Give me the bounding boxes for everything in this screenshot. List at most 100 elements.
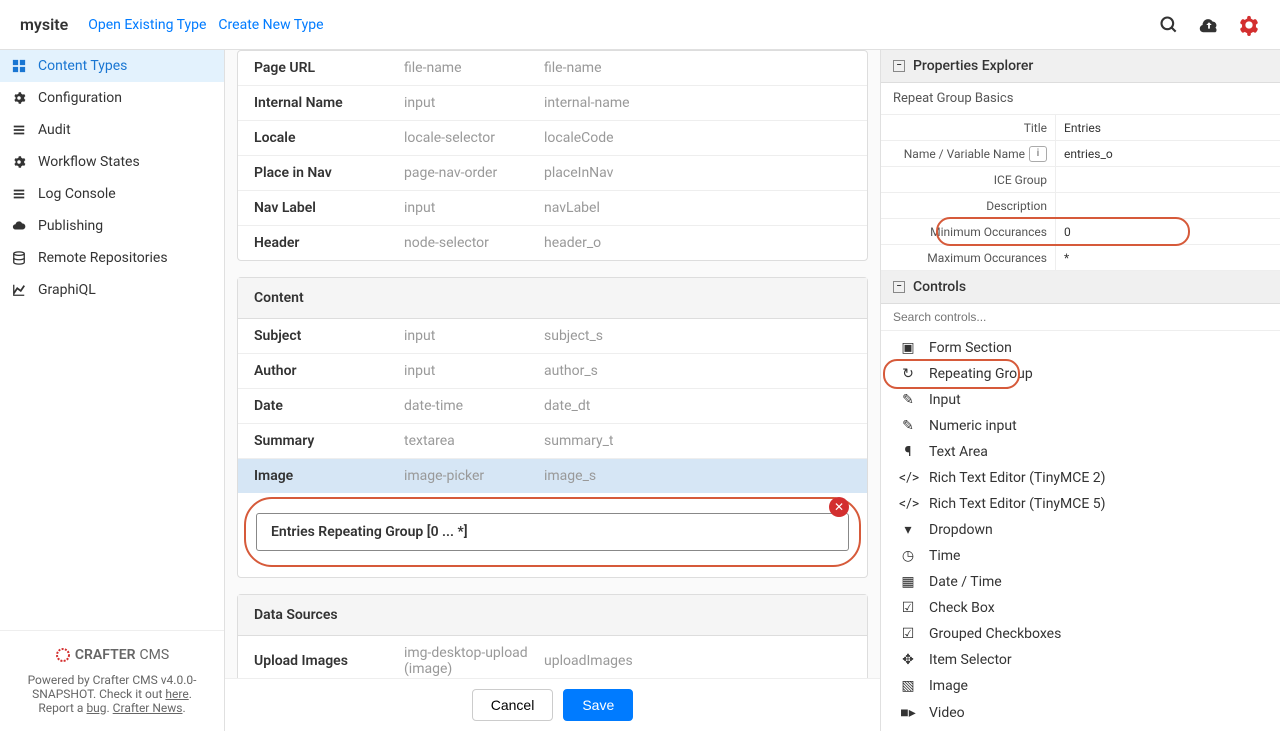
- control-rich-text-editor-tinymce-2-[interactable]: </>Rich Text Editor (TinyMCE 2): [881, 465, 1280, 491]
- property-row[interactable]: TitleEntries: [881, 115, 1280, 141]
- search-controls-input[interactable]: [881, 304, 1280, 331]
- crafter-logo: CRAFTERCMS: [20, 647, 204, 663]
- repeating-group-field[interactable]: Entries Repeating Group [0 ... *]: [256, 513, 849, 551]
- field-varname: file-name: [544, 60, 602, 76]
- here-link[interactable]: here: [165, 687, 188, 701]
- bug-link[interactable]: bug: [86, 701, 106, 715]
- control-label: Rich Text Editor (TinyMCE 5): [929, 496, 1106, 512]
- section-header-datasources: Data Sources: [238, 595, 867, 636]
- sidebar-item-publishing[interactable]: Publishing: [0, 210, 224, 242]
- search-icon[interactable]: [1158, 14, 1180, 36]
- field-row[interactable]: Authorinputauthor_s: [238, 354, 867, 389]
- control-label: Check Box: [929, 600, 995, 616]
- field-row[interactable]: Page URLfile-namefile-name: [238, 51, 867, 86]
- control-grouped-checkboxes[interactable]: ☑Grouped Checkboxes: [881, 621, 1280, 647]
- control-label: Text Area: [929, 444, 988, 460]
- control-label: Numeric input: [929, 418, 1017, 434]
- property-row[interactable]: Minimum Occurances0: [881, 219, 1280, 245]
- nav-label: Configuration: [38, 90, 122, 106]
- control-transcoded-video[interactable]: ■▸Transcoded Video: [881, 726, 1280, 731]
- field-label: Nav Label: [254, 200, 404, 216]
- field-row[interactable]: Headernode-selectorheader_o: [238, 226, 867, 260]
- field-varname: navLabel: [544, 200, 600, 216]
- property-row[interactable]: Name / Variable Nameientries_o: [881, 141, 1280, 167]
- field-type: textarea: [404, 433, 544, 449]
- delete-icon[interactable]: ✕: [829, 497, 849, 517]
- content-section: Content Subjectinputsubject_sAuthorinput…: [237, 277, 868, 578]
- controls-header[interactable]: − Controls: [881, 271, 1280, 304]
- control-rich-text-editor-tinymce-5-[interactable]: </>Rich Text Editor (TinyMCE 5): [881, 491, 1280, 517]
- control-input[interactable]: ✎Input: [881, 387, 1280, 413]
- property-value[interactable]: [1056, 193, 1280, 218]
- field-label: Author: [254, 363, 404, 379]
- video-icon: ■▸: [899, 704, 917, 721]
- data-sources-section: Data Sources Upload Imagesimg-desktop-up…: [237, 594, 868, 687]
- field-row[interactable]: Internal Nameinputinternal-name: [238, 86, 867, 121]
- field-row[interactable]: Subjectinputsubject_s: [238, 319, 867, 354]
- property-row[interactable]: ICE Group: [881, 167, 1280, 193]
- property-row[interactable]: Maximum Occurances*: [881, 245, 1280, 271]
- sidebar-footer: CRAFTERCMS Powered by Crafter CMS v4.0.0…: [0, 630, 224, 731]
- property-value[interactable]: 0: [1056, 219, 1280, 244]
- property-row[interactable]: Description: [881, 193, 1280, 219]
- control-form-section[interactable]: ▣Form Section: [881, 335, 1280, 361]
- property-value[interactable]: entries_o: [1056, 141, 1280, 166]
- repeat-icon: ↻: [899, 366, 917, 382]
- property-value[interactable]: [1056, 167, 1280, 192]
- gear-icon: [12, 155, 28, 169]
- collapse-icon[interactable]: −: [893, 60, 905, 72]
- control-item-selector[interactable]: ✥Item Selector: [881, 647, 1280, 673]
- control-time[interactable]: ◷Time: [881, 543, 1280, 569]
- field-row[interactable]: Datedate-timedate_dt: [238, 389, 867, 424]
- field-row[interactable]: Summarytextareasummary_t: [238, 424, 867, 459]
- property-value[interactable]: Entries: [1056, 115, 1280, 140]
- nav-label: Publishing: [38, 218, 103, 234]
- field-row[interactable]: Imageimage-pickerimage_s: [238, 459, 867, 493]
- sidebar-item-remote-repositories[interactable]: Remote Repositories: [0, 242, 224, 274]
- control-numeric-input[interactable]: ✎Numeric input: [881, 413, 1280, 439]
- field-type: input: [404, 363, 544, 379]
- control-image[interactable]: ▧Image: [881, 673, 1280, 699]
- field-varname: uploadImages: [544, 653, 633, 669]
- control-label: Repeating Group: [929, 366, 1033, 382]
- sidebar-item-log-console[interactable]: Log Console: [0, 178, 224, 210]
- field-type: file-name: [404, 60, 544, 76]
- control-repeating-group[interactable]: ↻ Repeating Group: [881, 361, 1280, 387]
- collapse-icon[interactable]: −: [893, 281, 905, 293]
- field-type: img-desktop-upload (image): [404, 645, 544, 677]
- field-row[interactable]: Localelocale-selectorlocaleCode: [238, 121, 867, 156]
- nav-label: Audit: [38, 122, 71, 138]
- checkbox-icon: ☑: [899, 600, 917, 616]
- open-existing-link[interactable]: Open Existing Type: [88, 17, 206, 33]
- control-video[interactable]: ■▸Video: [881, 699, 1280, 726]
- field-varname: localeCode: [544, 130, 614, 146]
- control-dropdown[interactable]: ▾Dropdown: [881, 517, 1280, 543]
- cloud-upload-icon[interactable]: [1198, 14, 1220, 36]
- save-button[interactable]: Save: [563, 689, 633, 721]
- sidebar-item-configuration[interactable]: Configuration: [0, 82, 224, 114]
- news-link[interactable]: Crafter News: [113, 701, 183, 715]
- sidebar-item-graphiql[interactable]: GraphiQL: [0, 274, 224, 306]
- sidebar-item-content-types[interactable]: Content Types: [0, 50, 224, 82]
- control-date-time[interactable]: ▦Date / Time: [881, 569, 1280, 595]
- property-value[interactable]: *: [1056, 245, 1280, 270]
- crafter-logo-icon[interactable]: [1238, 14, 1260, 36]
- properties-header[interactable]: − Properties Explorer: [881, 50, 1280, 83]
- field-varname: date_dt: [544, 398, 590, 414]
- field-label: Page URL: [254, 60, 404, 76]
- field-row[interactable]: Place in Navpage-nav-orderplaceInNav: [238, 156, 867, 191]
- create-new-link[interactable]: Create New Type: [218, 17, 323, 33]
- section-header-content: Content: [238, 278, 867, 319]
- control-label: Dropdown: [929, 522, 993, 538]
- info-icon[interactable]: i: [1029, 146, 1047, 162]
- cloud-icon: [12, 219, 28, 233]
- cancel-button[interactable]: Cancel: [472, 689, 554, 721]
- sidebar-item-workflow-states[interactable]: Workflow States: [0, 146, 224, 178]
- control-label: Grouped Checkboxes: [929, 626, 1061, 642]
- control-check-box[interactable]: ☑ Check Box: [881, 595, 1280, 621]
- sidebar-item-audit[interactable]: Audit: [0, 114, 224, 146]
- field-type: input: [404, 328, 544, 344]
- field-row[interactable]: Nav LabelinputnavLabel: [238, 191, 867, 226]
- repeating-group-highlight: ✕ Entries Repeating Group [0 ... *]: [244, 497, 861, 567]
- control-text-area[interactable]: ¶Text Area: [881, 439, 1280, 465]
